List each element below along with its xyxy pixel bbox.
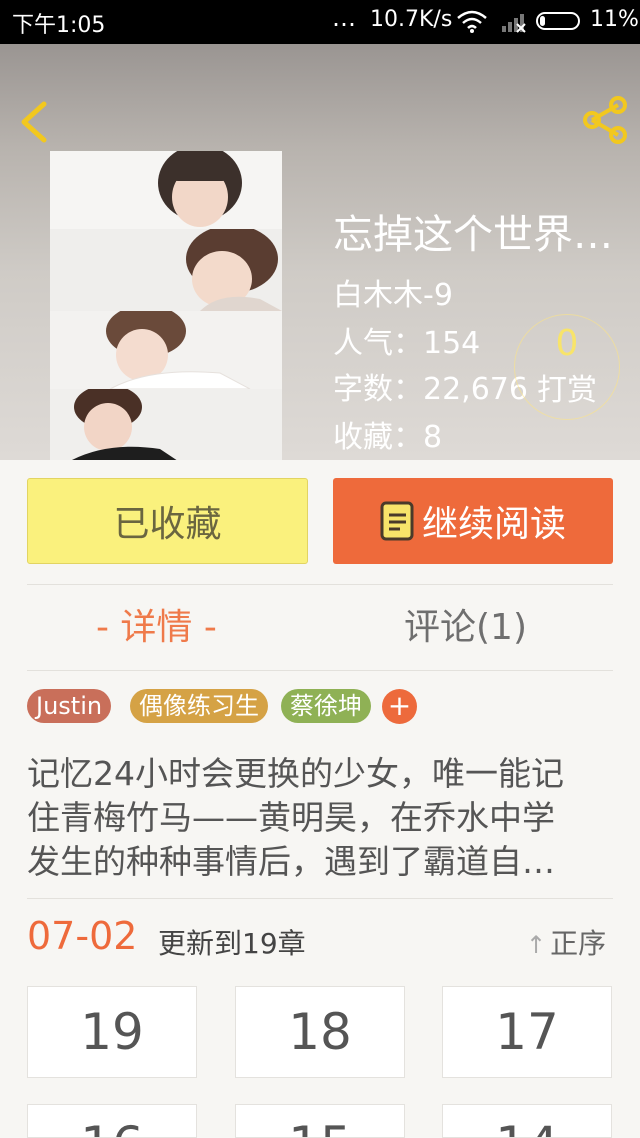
battery-icon	[536, 12, 580, 30]
chapter-cell[interactable]: 15	[235, 1104, 405, 1138]
chapter-cell[interactable]: 18	[235, 986, 405, 1078]
add-tag-button[interactable]: +	[382, 689, 417, 724]
favorites-value: 8	[423, 420, 443, 455]
book-cover-image[interactable]	[50, 151, 282, 460]
notification-dots: …	[332, 4, 356, 32]
summary-line: 记忆24小时会更换的少女，唯一能记	[27, 754, 564, 793]
tag-cai-xukun[interactable]: 蔡徐坤	[281, 689, 371, 723]
popularity-value: 154	[423, 326, 481, 361]
update-date: 07-02	[27, 914, 138, 958]
word-count-label: 字数：	[333, 372, 423, 407]
chapter-cell[interactable]: 17	[442, 986, 612, 1078]
word-count-value: 22,676	[423, 372, 528, 407]
chapter-cell[interactable]: 14	[442, 1104, 612, 1138]
summary-line: 发生的种种事情后，遇到了霸道自…	[27, 842, 555, 881]
tag-idol-producer[interactable]: 偶像练习生	[130, 689, 268, 723]
favorites-label: 收藏：	[333, 420, 423, 455]
book-icon	[380, 501, 414, 541]
sort-order-label: 正序	[550, 927, 607, 960]
tab-comments[interactable]: 评论(1)	[404, 598, 527, 650]
continue-reading-button[interactable]: 继续阅读	[333, 478, 613, 564]
book-author[interactable]: 白木木-9	[333, 270, 453, 314]
tab-details[interactable]: - 详情 -	[96, 598, 217, 650]
update-text: 更新到19章	[158, 927, 306, 960]
tip-label: 打赏	[537, 373, 597, 408]
share-icon[interactable]	[578, 96, 630, 144]
book-header: 忘掉这个世界… 白木木-9 人气：154 字数：22,676 收藏：8 0 打赏	[0, 44, 640, 460]
status-time: 下午1:05	[12, 13, 106, 38]
collected-button[interactable]: 已收藏	[27, 478, 308, 564]
collected-label: 已收藏	[113, 504, 222, 545]
network-speed: 10.7K/s	[370, 7, 453, 32]
arrow-up-icon: ↑	[526, 931, 547, 959]
tip-count: 0	[555, 323, 579, 364]
status-bar: 下午1:05 … 10.7K/s 11%	[0, 0, 640, 44]
tag-justin[interactable]: Justin	[27, 689, 112, 723]
continue-reading-label: 继续阅读	[421, 504, 566, 545]
favorites-row: 收藏：8	[333, 412, 442, 456]
wifi-icon	[457, 10, 487, 33]
popularity-row: 人气：154	[333, 318, 480, 362]
sort-order-button[interactable]: ↑ 正序	[526, 922, 606, 962]
battery-percent: 11%	[590, 7, 639, 32]
divider	[27, 584, 613, 585]
popularity-label: 人气：	[333, 326, 423, 361]
word-count-row: 字数：22,676	[333, 364, 528, 408]
chapter-cell[interactable]: 16	[27, 1104, 197, 1138]
back-arrow-icon[interactable]	[16, 100, 52, 144]
book-title: 忘掉这个世界…	[333, 212, 613, 258]
tip-button[interactable]: 0 打赏	[514, 314, 620, 420]
divider	[27, 670, 613, 671]
signal-icon	[502, 14, 526, 33]
divider	[27, 898, 613, 899]
summary-line: 住青梅竹马——黄明昊，在乔水中学	[27, 798, 555, 837]
chapter-cell[interactable]: 19	[27, 986, 197, 1078]
book-summary[interactable]: 记忆24小时会更换的少女，唯一能记 住青梅竹马——黄明昊，在乔水中学 发生的种种…	[27, 752, 617, 884]
